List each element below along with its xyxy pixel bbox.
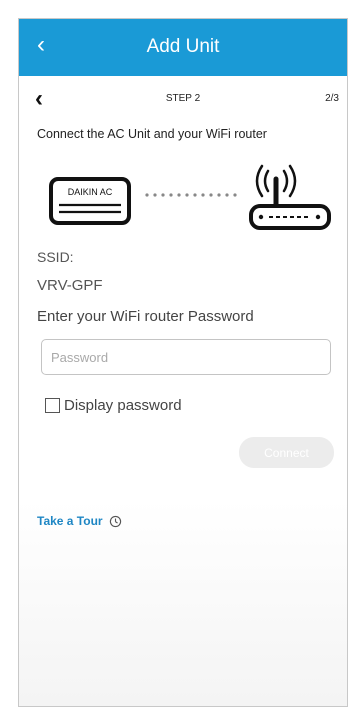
connection-diagram: DAIKIN AC: [49, 164, 331, 230]
ac-unit-icon: DAIKIN AC: [49, 177, 131, 225]
connect-button[interactable]: Connect: [239, 437, 334, 468]
ssid-label: SSID:: [37, 249, 74, 265]
ssid-value: VRV-GPF: [37, 277, 103, 294]
take-a-tour-label: Take a Tour: [37, 514, 103, 528]
connection-dots: [145, 193, 237, 197]
step-counter: 2/3: [325, 93, 339, 104]
instruction-text: Connect the AC Unit and your WiFi router: [37, 127, 267, 141]
clock-info-icon: [109, 515, 121, 527]
step-bar: ‹ STEP 2 2/3: [19, 85, 347, 117]
password-label: Enter your WiFi router Password: [37, 308, 254, 325]
app-screen: ‹ Add Unit ‹ STEP 2 2/3 Connect the AC U…: [18, 18, 348, 707]
app-header: ‹ Add Unit: [19, 19, 347, 76]
display-password-checkbox[interactable]: [45, 397, 60, 413]
ac-unit-label: DAIKIN AC: [68, 187, 113, 197]
password-input[interactable]: [41, 339, 331, 375]
display-password-toggle[interactable]: Display password: [45, 395, 182, 415]
step-label: STEP 2: [165, 93, 201, 104]
take-a-tour-link[interactable]: Take a Tour: [37, 514, 122, 528]
page-title: Add Unit: [146, 36, 220, 57]
display-password-label: Display password: [64, 396, 182, 414]
wifi-router-icon: [249, 164, 331, 230]
